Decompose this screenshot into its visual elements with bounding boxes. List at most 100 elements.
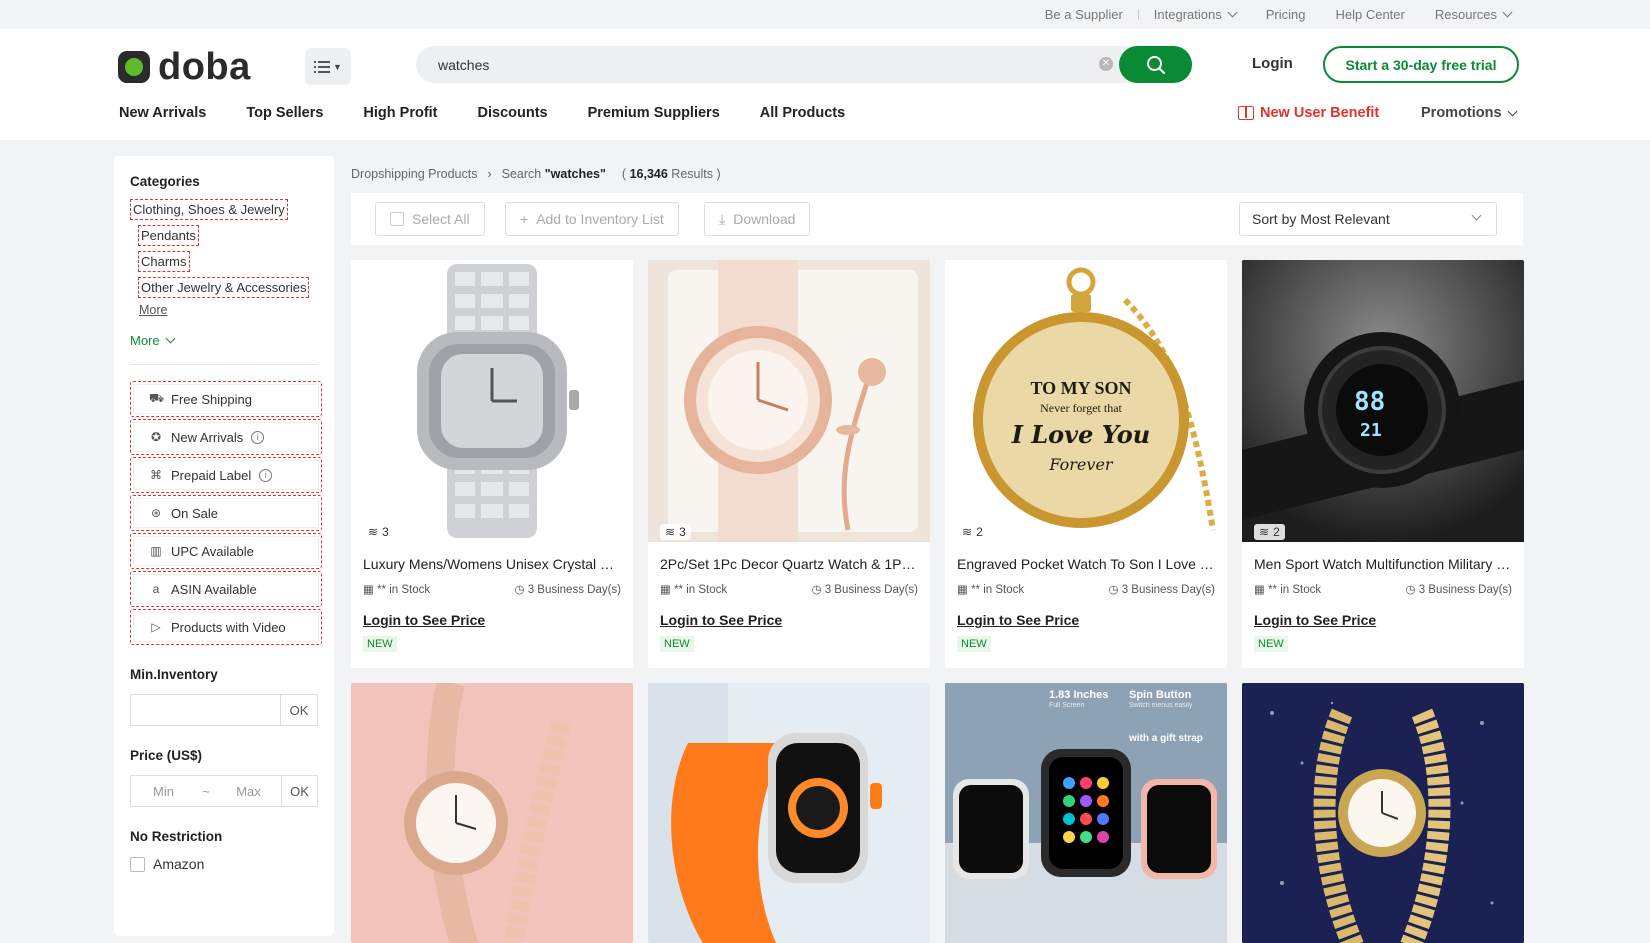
product-title[interactable]: 2Pc/Set 1Pc Decor Quartz Watch & 1Pc Bra… xyxy=(648,542,930,572)
label-icon: ⌘ xyxy=(150,468,162,482)
filter-label: Prepaid Label xyxy=(171,467,252,483)
login-to-see-price-link[interactable]: Login to See Price xyxy=(945,596,1227,628)
nav-high-profit[interactable]: High Profit xyxy=(363,105,437,121)
nav-new-arrivals[interactable]: New Arrivals xyxy=(119,105,206,121)
stock-info: ▦ ** in Stock xyxy=(660,582,727,596)
filter-on-sale[interactable]: ⊛ On Sale xyxy=(130,495,322,531)
amazon-checkbox[interactable]: Amazon xyxy=(130,856,318,872)
select-all-button[interactable]: Select All xyxy=(375,202,485,236)
amazon-label: Amazon xyxy=(153,856,205,872)
chevron-down-icon xyxy=(1502,7,1513,18)
shipping-info: ◷ 3 Business Day(s) xyxy=(1108,582,1215,596)
filter-free-shipping[interactable]: ⛟ Free Shipping xyxy=(130,381,322,417)
product-image[interactable] xyxy=(648,683,930,943)
layers-icon: ≋ xyxy=(962,525,973,539)
category-pendants[interactable]: Pendants xyxy=(138,225,199,246)
logo-text: doba xyxy=(158,46,251,88)
min-inventory-ok-button[interactable]: OK xyxy=(281,695,317,725)
pricing-link[interactable]: Pricing xyxy=(1251,7,1321,22)
feature-gift: with a gift strap xyxy=(1129,733,1203,744)
product-card[interactable] xyxy=(1242,683,1524,943)
product-card[interactable] xyxy=(648,683,930,943)
filter-prepaid-label[interactable]: ⌘ Prepaid Label i xyxy=(130,457,322,493)
barcode-icon: ▥ xyxy=(150,544,162,558)
new-user-benefit-link[interactable]: New User Benefit xyxy=(1238,105,1379,121)
product-image[interactable] xyxy=(351,683,633,943)
categories-more-link[interactable]: More xyxy=(139,303,318,317)
free-trial-button[interactable]: Start a 30-day free trial xyxy=(1323,46,1519,83)
stock-text: ** in Stock xyxy=(674,584,728,596)
be-a-supplier-link[interactable]: Be a Supplier xyxy=(1030,7,1138,22)
doba-logo[interactable]: doba xyxy=(118,48,251,86)
product-card[interactable] xyxy=(351,683,633,943)
resources-menu[interactable]: Resources xyxy=(1420,7,1526,22)
login-to-see-price-link[interactable]: Login to See Price xyxy=(1242,596,1524,628)
breadcrumb-root[interactable]: Dropshipping Products xyxy=(351,167,477,181)
login-to-see-price-link[interactable]: Login to See Price xyxy=(351,596,633,628)
category-menu-button[interactable]: ▼ xyxy=(305,48,351,85)
download-button[interactable]: ⤓ Download xyxy=(704,202,811,236)
category-other-jewelry[interactable]: Other Jewelry & Accessories xyxy=(138,277,310,298)
nav-top-sellers[interactable]: Top Sellers xyxy=(246,105,323,121)
filter-asin-available[interactable]: a ASIN Available xyxy=(130,571,322,607)
category-clothing-shoes-jewelry[interactable]: Clothing, Shoes & Jewelry xyxy=(130,199,288,220)
product-title[interactable]: Men Sport Watch Multifunction Military D… xyxy=(1242,542,1524,572)
product-card[interactable]: ≋ 3 Luxury Mens/Womens Unisex Crystal Wat… xyxy=(351,260,633,668)
login-to-see-price-link[interactable]: Login to See Price xyxy=(648,596,930,628)
stock-text: ** in Stock xyxy=(1268,584,1322,596)
new-user-benefit-label: New User Benefit xyxy=(1260,105,1380,121)
image-count: 2 xyxy=(976,525,983,539)
product-card[interactable]: 1.83 Inches Full Screen Spin Button Swit… xyxy=(945,683,1227,943)
svg-text:21: 21 xyxy=(1360,420,1382,441)
new-badge: NEW xyxy=(1254,636,1288,652)
product-card[interactable]: ≋ 3 2Pc/Set 1Pc Decor Quartz Watch & 1Pc … xyxy=(648,260,930,668)
price-min-input[interactable]: Min xyxy=(131,784,196,799)
orange-smartwatch-image xyxy=(648,683,930,943)
price-max-input[interactable]: Max xyxy=(216,784,281,799)
chevron-down-icon xyxy=(165,333,176,344)
product-image[interactable]: 88 21 ≋ 2 xyxy=(1242,260,1524,542)
product-image[interactable]: ≋ 3 xyxy=(648,260,930,542)
info-icon[interactable]: i xyxy=(259,468,273,482)
product-title[interactable]: Engraved Pocket Watch To Son I Love You xyxy=(945,542,1227,572)
filter-new-arrivals[interactable]: ✪ New Arrivals i xyxy=(130,419,322,455)
stock-text: ** in Stock xyxy=(971,584,1025,596)
help-center-link[interactable]: Help Center xyxy=(1320,7,1419,22)
login-link[interactable]: Login xyxy=(1252,55,1293,72)
shipping-text: 3 Business Day(s) xyxy=(824,584,918,596)
product-title[interactable]: Luxury Mens/Womens Unisex Crystal Watch xyxy=(351,542,633,572)
price-ok-button[interactable]: OK xyxy=(281,776,317,806)
integrations-menu[interactable]: Integrations xyxy=(1139,7,1251,22)
image-count: 3 xyxy=(382,525,389,539)
add-to-inventory-button[interactable]: + Add to Inventory List xyxy=(505,202,679,236)
filter-products-with-video[interactable]: ▷ Products with Video xyxy=(130,609,322,645)
category-charms[interactable]: Charms xyxy=(138,251,190,272)
more-categories-toggle[interactable]: More xyxy=(130,333,318,348)
image-count-badge: ≋ 2 xyxy=(1254,524,1285,540)
sort-dropdown[interactable]: Sort by Most Relevant xyxy=(1239,202,1497,236)
product-image[interactable]: TO MY SON Never forget that I Love You F… xyxy=(945,260,1227,542)
min-inventory-input[interactable] xyxy=(131,695,281,725)
feature-spin-sub: Switch menus easily xyxy=(1129,702,1193,709)
filter-upc-available[interactable]: ▥ UPC Available xyxy=(130,533,322,569)
nav-discounts[interactable]: Discounts xyxy=(478,105,548,121)
product-image[interactable]: 1.83 Inches Full Screen Spin Button Swit… xyxy=(945,683,1227,943)
product-image[interactable] xyxy=(1242,683,1524,943)
nav-premium-suppliers[interactable]: Premium Suppliers xyxy=(588,105,720,121)
price-range-field: Min ~ Max OK xyxy=(130,775,318,807)
product-card[interactable]: TO MY SON Never forget that I Love You F… xyxy=(945,260,1227,668)
list-icon xyxy=(314,60,331,73)
promotions-menu[interactable]: Promotions xyxy=(1421,105,1518,121)
min-inventory-label: Min.Inventory xyxy=(130,667,218,682)
nav-all-products[interactable]: All Products xyxy=(760,105,845,121)
product-card[interactable]: 88 21 ≋ 2 Men Sport Watch Multifunction M… xyxy=(1242,260,1524,668)
image-count-badge: ≋ 3 xyxy=(363,524,394,540)
search-button[interactable] xyxy=(1119,46,1192,83)
image-count: 3 xyxy=(679,525,686,539)
search-input[interactable] xyxy=(438,46,1078,83)
clear-search-icon[interactable]: ✕ xyxy=(1099,57,1113,71)
product-image[interactable]: ≋ 3 xyxy=(351,260,633,542)
breadcrumb-query: "watches" xyxy=(544,167,606,181)
pocket-watch-engraving: TO MY SON Never forget that I Love You F… xyxy=(985,378,1177,474)
info-icon[interactable]: i xyxy=(251,430,265,444)
